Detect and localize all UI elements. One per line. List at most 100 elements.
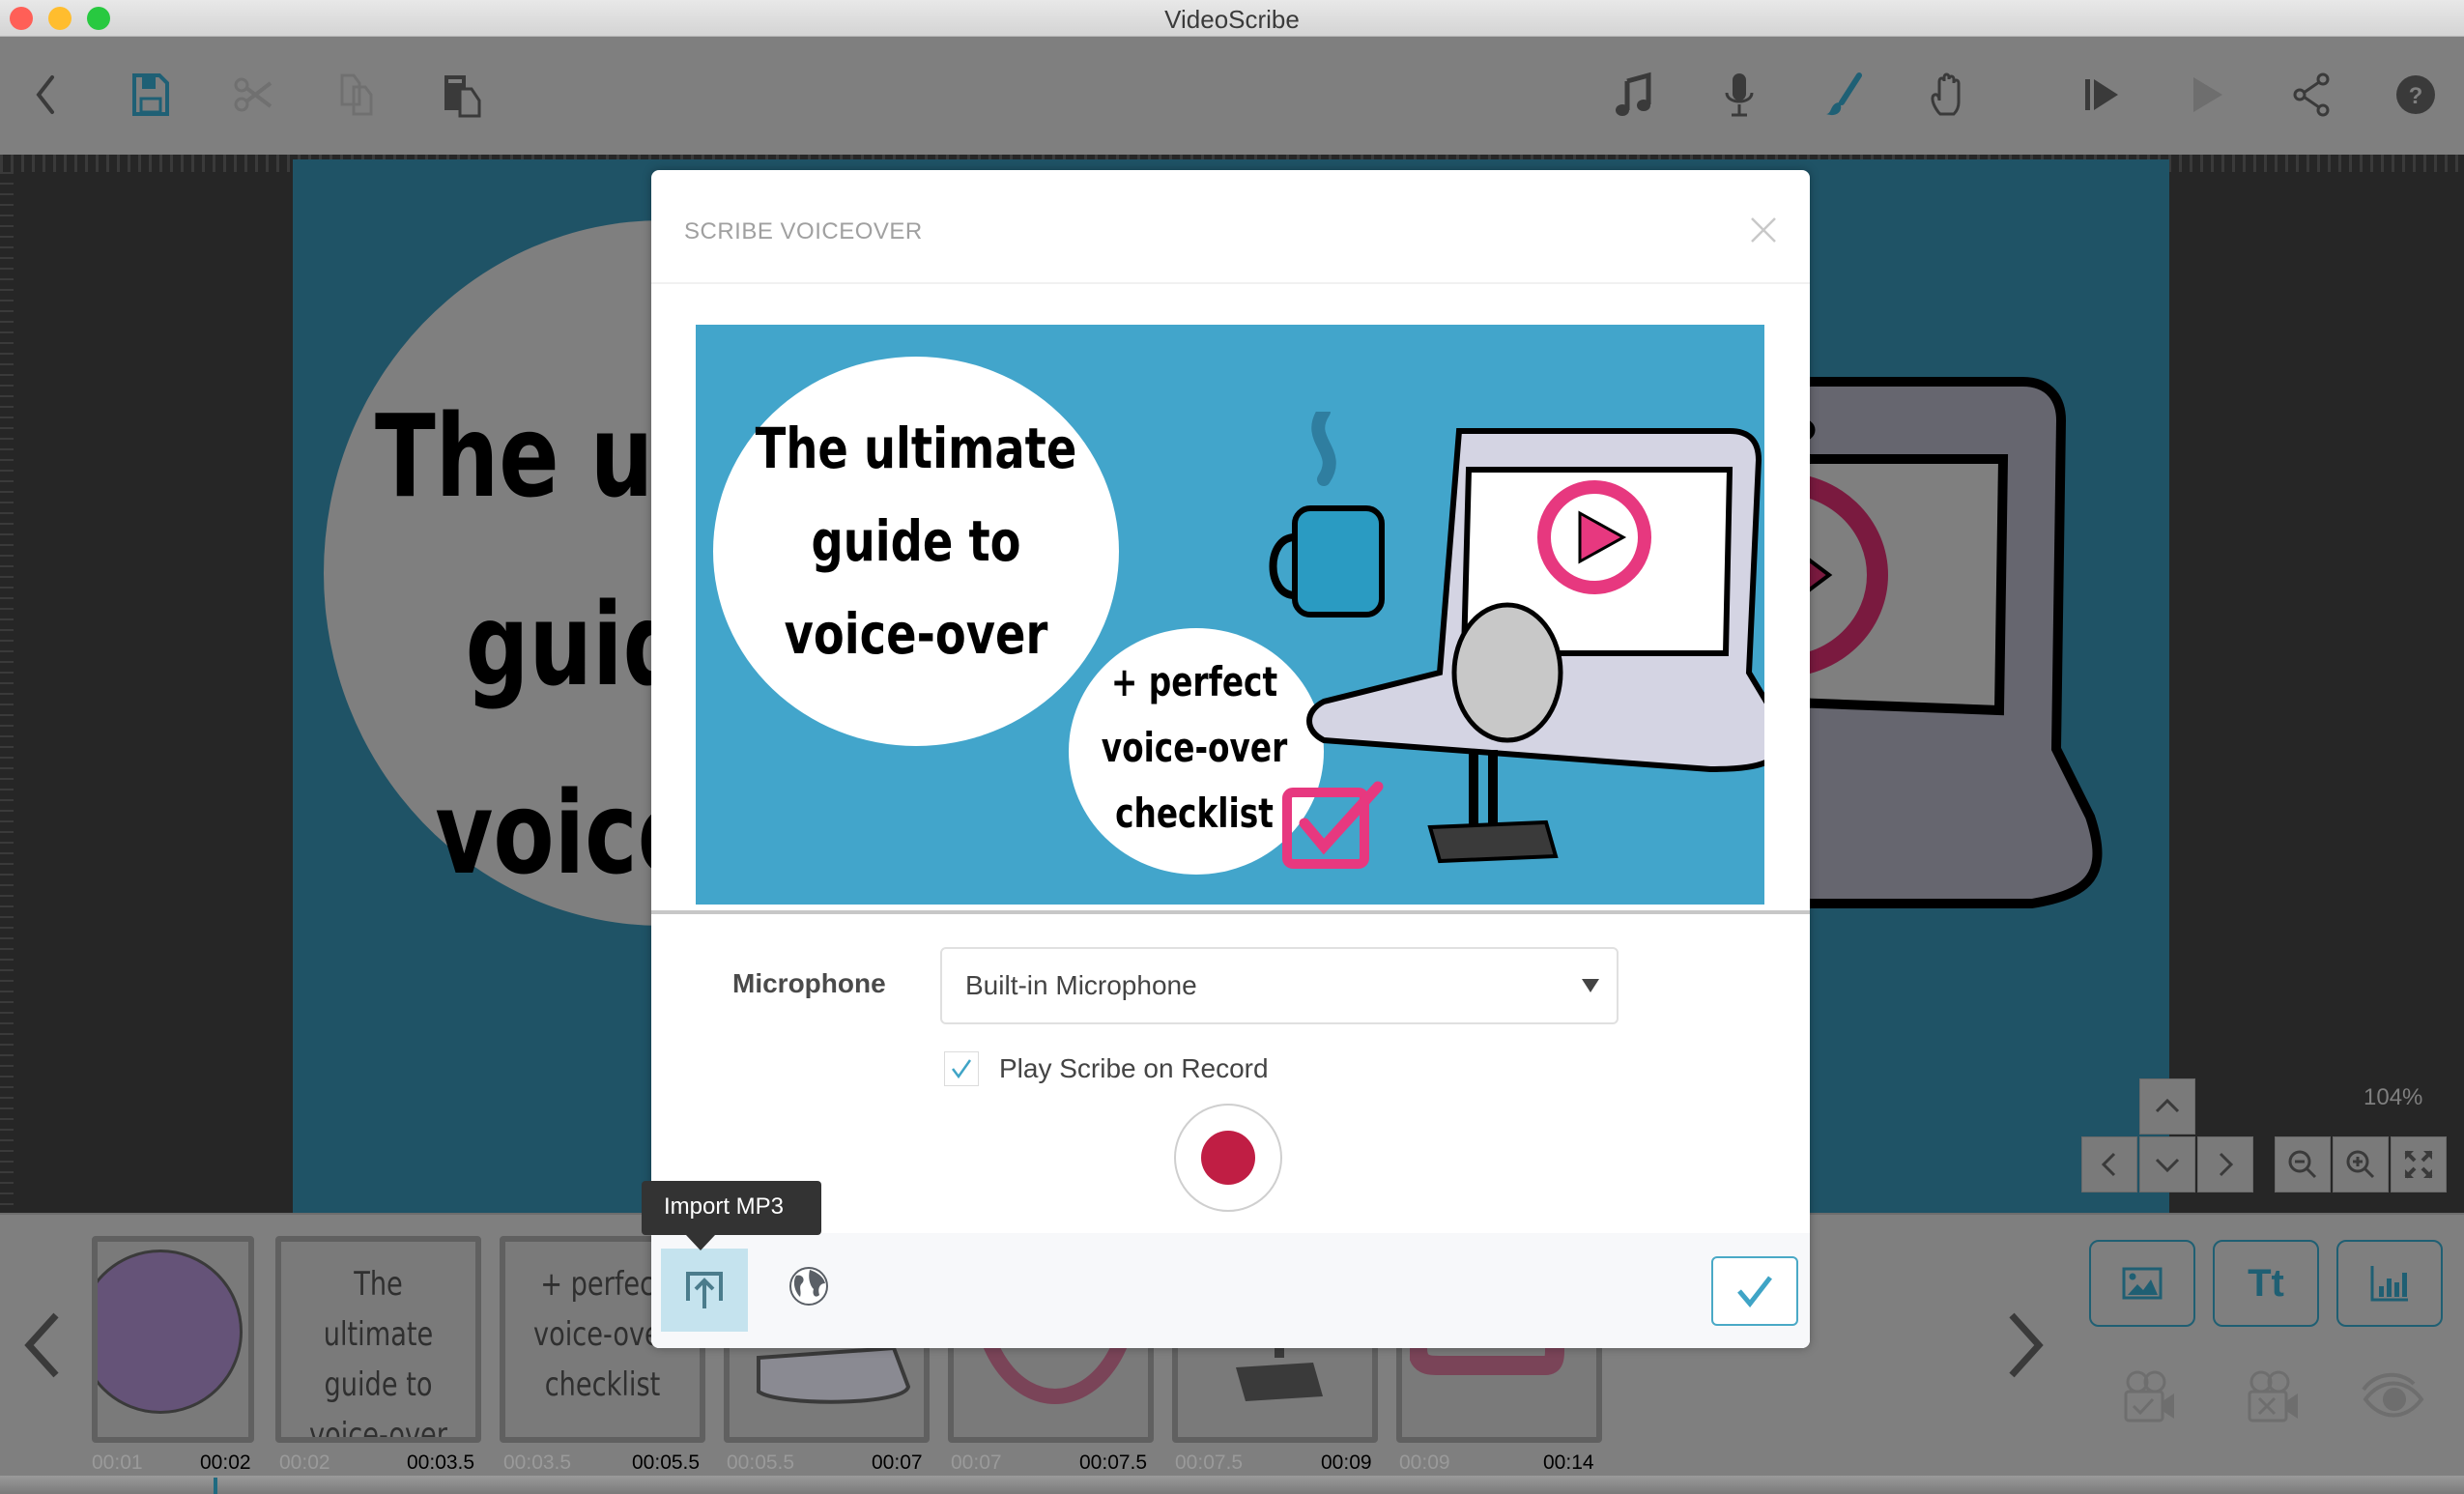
preview-text-line: voice-over [784, 601, 1048, 667]
online-library-button[interactable] [781, 1258, 837, 1314]
timeline-thumb[interactable]: The ultimate guide to voice-over [275, 1236, 481, 1443]
thumb-end-time: 00:14 [1543, 1451, 1594, 1474]
voiceover-dialog: SCRIBE VOICEOVER The ultimate guide to v… [651, 170, 1810, 1348]
play-scribe-label[interactable]: Play Scribe on Record [999, 1053, 1269, 1084]
back-icon [36, 75, 54, 114]
preview-title-text: The ultimate guide to voice-over [754, 402, 1078, 680]
play-button[interactable] [2178, 66, 2236, 124]
image-icon [2122, 1267, 2163, 1300]
timeline-scrollbar[interactable] [0, 1476, 2464, 1494]
canvas-title-text: The ul guid voice [375, 362, 698, 928]
voiceover-button[interactable] [1710, 66, 1768, 124]
dialog-header: SCRIBE VOICEOVER [651, 170, 1810, 284]
cut-icon [234, 77, 272, 112]
music-icon [1616, 72, 1651, 116]
thumb-start-time: 00:02 [279, 1451, 330, 1474]
timeline-playhead[interactable] [214, 1478, 217, 1494]
preview-text-line: The ultimate [755, 416, 1077, 481]
chart-icon [2370, 1266, 2408, 1302]
preview-eye-icon[interactable] [2362, 1370, 2425, 1424]
cut-button[interactable] [224, 66, 282, 124]
fit-screen-button[interactable] [2391, 1136, 2447, 1192]
timeline-thumb[interactable] [92, 1236, 254, 1443]
preview-text-line: guide to [811, 508, 1021, 574]
add-image-button[interactable] [2089, 1240, 2195, 1327]
zoom-level: 104% [2364, 1084, 2423, 1110]
thumb-end-time: 00:02 [200, 1451, 251, 1474]
canvas-text-line: The ul [375, 389, 684, 523]
close-icon[interactable] [1746, 213, 1781, 247]
play-scribe-checkbox[interactable] [944, 1051, 979, 1086]
chevron-right-icon [2009, 1312, 2044, 1378]
chevron-up-icon [2155, 1098, 2180, 1113]
draw-button[interactable] [1815, 66, 1873, 124]
copy-button[interactable] [329, 66, 387, 124]
preview-divider [651, 910, 1810, 914]
zoom-in-button[interactable] [2333, 1136, 2389, 1192]
music-button[interactable] [1606, 66, 1664, 124]
microphone-label: Microphone [732, 968, 886, 998]
dialog-footer [651, 1233, 1810, 1348]
microphone-select[interactable]: Built-in Microphone [940, 947, 1619, 1024]
fullscreen-icon [2404, 1150, 2433, 1179]
timeline-prev-button[interactable] [14, 1302, 72, 1389]
hand-button[interactable] [1919, 66, 1977, 124]
thumb-end-time: 00:07.5 [1079, 1451, 1148, 1474]
back-button[interactable] [17, 66, 75, 124]
zoom-in-icon [2346, 1150, 2375, 1179]
microphone-icon [1725, 73, 1754, 117]
share-button[interactable] [2282, 66, 2340, 124]
vertical-ruler [0, 172, 14, 1213]
text-icon: Tt [2248, 1261, 2284, 1305]
play-from-selected-button[interactable] [2074, 66, 2132, 124]
pan-right-button[interactable] [2197, 1136, 2253, 1192]
tooltip-arrow [686, 1235, 715, 1250]
import-mp3-button[interactable] [661, 1249, 748, 1332]
set-camera-icon[interactable] [2118, 1370, 2176, 1424]
title-bar: VideoScribe [0, 0, 2464, 37]
thumb-end-time: 00:07 [872, 1451, 923, 1474]
timeline-next-button[interactable] [1996, 1302, 2054, 1389]
pan-down-button[interactable] [2139, 1136, 2195, 1192]
save-button[interactable] [121, 66, 179, 124]
share-icon [2293, 72, 2330, 117]
window-title: VideoScribe [1164, 5, 1300, 34]
caret-down-icon [1582, 979, 1599, 992]
import-mp3-tooltip: Import MP3 [642, 1181, 821, 1235]
add-text-button[interactable]: Tt [2213, 1240, 2319, 1327]
paste-button[interactable] [433, 66, 491, 124]
main-toolbar: ? [0, 37, 2464, 155]
brush-icon [1826, 72, 1862, 116]
thumb-text: The ultimate guide to voice-over [309, 1265, 447, 1443]
help-icon: ? [2396, 75, 2435, 114]
canvas-text-line: guid [465, 578, 687, 711]
laptop-thumb-icon [757, 1345, 911, 1404]
pan-left-button[interactable] [2081, 1136, 2137, 1192]
add-chart-button[interactable] [2336, 1240, 2443, 1327]
thumb-start-time: 00:07 [951, 1451, 1002, 1474]
check-icon [1737, 1276, 1772, 1307]
confirm-button[interactable] [1711, 1256, 1798, 1326]
thumb-start-time: 00:09 [1399, 1451, 1450, 1474]
chevron-down-icon [2155, 1158, 2180, 1173]
record-button[interactable] [1174, 1104, 1282, 1212]
chevron-left-icon [2101, 1152, 2116, 1177]
scribe-preview: The ultimate guide to voice-over + perfe… [696, 325, 1764, 905]
chevron-left-icon [24, 1312, 59, 1378]
thumb-end-time: 00:09 [1321, 1451, 1372, 1474]
pan-up-button[interactable] [2139, 1078, 2195, 1135]
thumb-start-time: 00:01 [92, 1451, 143, 1474]
checkmark-icon [952, 1059, 972, 1079]
help-button[interactable]: ? [2387, 66, 2445, 124]
microphone-select-value: Built-in Microphone [965, 970, 1197, 1000]
dialog-title: SCRIBE VOICEOVER [684, 218, 923, 244]
thumb-start-time: 00:05.5 [727, 1451, 795, 1474]
clear-camera-icon[interactable] [2242, 1370, 2300, 1424]
zoom-out-button[interactable] [2275, 1136, 2331, 1192]
paste-icon [444, 75, 481, 118]
zoom-out-icon [2288, 1150, 2317, 1179]
record-icon [1201, 1131, 1255, 1185]
copy-icon [340, 73, 373, 116]
chevron-right-icon [2219, 1152, 2234, 1177]
thumb-end-time: 00:03.5 [407, 1451, 475, 1474]
